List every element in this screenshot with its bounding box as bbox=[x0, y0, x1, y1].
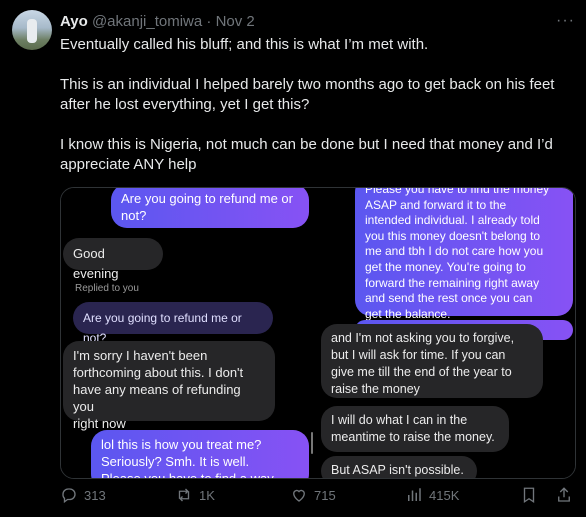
sent-message-bubble: Please you have to find the money ASAP a… bbox=[355, 188, 573, 321]
tweet-paragraph: Eventually called his bluff; and this is… bbox=[60, 36, 429, 53]
views-button[interactable]: 415K bbox=[405, 486, 459, 504]
quoted-message: Are you going to refund me or not? bbox=[73, 302, 273, 345]
tweet-header: Ayo @akanji_tomiwa · Nov 2 bbox=[60, 13, 255, 30]
bookmark-icon bbox=[523, 487, 535, 504]
share-button[interactable] bbox=[555, 486, 573, 504]
received-message-bubble: I will do what I can in the meantime to … bbox=[321, 406, 509, 452]
received-message-bubble: But ASAP isn't possible. bbox=[321, 456, 477, 478]
repost-count: 1K bbox=[199, 487, 215, 503]
sent-message-bubble: Are you going to refund me or not? bbox=[111, 188, 309, 228]
chat-screenshot-right[interactable]: Please you have to find the money ASAP a… bbox=[319, 188, 575, 478]
replied-to-label: Replied to you bbox=[75, 283, 139, 294]
share-icon bbox=[558, 487, 570, 502]
separator-dot: · bbox=[206, 13, 212, 30]
views-count: 415K bbox=[429, 487, 460, 503]
repost-button[interactable]: 1K bbox=[175, 486, 215, 504]
tweet-paragraph: This is an individual I helped barely tw… bbox=[60, 76, 555, 113]
received-message-bubble: Good evening bbox=[63, 238, 163, 281]
chat-screenshot-left[interactable]: Are you going to refund me or not? Good … bbox=[61, 188, 316, 478]
views-icon bbox=[408, 488, 421, 501]
reply-count: 313 bbox=[84, 487, 106, 503]
received-message-bubble: I'm sorry I haven't been forthcoming abo… bbox=[63, 341, 275, 431]
scroll-indicator bbox=[311, 432, 313, 454]
reply-button[interactable]: 313 bbox=[60, 486, 106, 504]
tweet-text: Eventually called his bluff; and this is… bbox=[60, 35, 575, 175]
repost-icon bbox=[178, 488, 190, 502]
like-icon bbox=[293, 489, 305, 502]
display-name[interactable]: Ayo bbox=[60, 13, 88, 30]
reply-icon bbox=[62, 488, 76, 504]
bookmark-button[interactable] bbox=[520, 486, 538, 504]
tweet-date[interactable]: Nov 2 bbox=[216, 13, 255, 30]
like-count: 715 bbox=[314, 487, 336, 503]
sent-message-bubble: lol this is how you treat me? Seriously?… bbox=[91, 430, 309, 478]
like-button[interactable]: 715 bbox=[290, 486, 336, 504]
tweet-paragraph: I know this is Nigeria, not much can be … bbox=[60, 136, 553, 173]
more-icon[interactable]: ··· bbox=[556, 12, 575, 30]
tweet-actions: 313 1K 715 415K bbox=[60, 486, 575, 510]
received-message-bubble: and I'm not asking you to forgive, but I… bbox=[321, 324, 543, 398]
attached-screenshots[interactable]: Are you going to refund me or not? Good … bbox=[60, 187, 576, 479]
avatar[interactable] bbox=[12, 10, 52, 50]
user-handle[interactable]: @akanji_tomiwa bbox=[92, 13, 202, 30]
